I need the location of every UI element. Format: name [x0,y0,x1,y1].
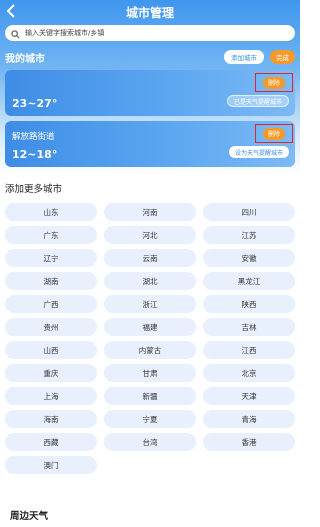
city-chip[interactable]: 山东 [5,203,97,221]
page-title: 城市管理 [125,5,174,20]
delete-button[interactable]: 删除 [263,127,285,140]
city-chip[interactable]: 云南 [104,249,196,267]
delete-highlight: 删除 [255,124,293,143]
city-chip[interactable]: 新疆 [104,387,196,405]
city-name: 解放路街道 [12,132,55,142]
city-chip[interactable]: 广西 [5,295,97,313]
weather-reminder-badge: 已是天气提醒城市 [226,95,289,107]
city-chip[interactable]: 河北 [104,226,196,244]
search-bar[interactable] [5,25,295,41]
city-chip[interactable]: 黑龙江 [203,272,295,290]
city-chip[interactable]: 香港 [203,433,295,451]
city-chip[interactable]: 山西 [5,341,97,359]
search-icon [11,24,20,43]
city-chip[interactable]: 重庆 [5,364,97,382]
city-chip[interactable]: 内蒙古 [104,341,196,359]
city-grid: 山东 河南 四川 广东 河北 江苏 辽宁 云南 安徽 湖南 湖北 黑龙江 广西 … [5,203,295,474]
delete-highlight: 删除 [255,73,293,92]
city-chip[interactable]: 西藏 [5,433,97,451]
my-cities-title: 我的城市 [5,54,45,65]
city-chip[interactable]: 湖南 [5,272,97,290]
done-button[interactable]: 完成 [270,50,295,64]
city-card[interactable]: 23~27° 删除 已是天气提醒城市 [5,70,295,116]
city-chip[interactable]: 青海 [203,410,295,428]
city-chip[interactable]: 河南 [104,203,196,221]
search-input[interactable] [25,29,265,37]
city-chip[interactable]: 广东 [5,226,97,244]
city-chip[interactable]: 江苏 [203,226,295,244]
add-more-cities-title: 添加更多城市 [5,184,63,195]
city-chip[interactable]: 天津 [203,387,295,405]
title-bar: 城市管理 [0,0,300,24]
city-chip[interactable]: 安徽 [203,249,295,267]
back-arrow-icon[interactable] [6,3,22,21]
set-reminder-button[interactable]: 设为天气提醒城市 [228,146,289,158]
city-chip[interactable]: 福建 [104,318,196,336]
city-temperature: 12~18° [12,148,58,161]
city-chip[interactable]: 湖北 [104,272,196,290]
city-chip[interactable]: 甘肃 [104,364,196,382]
city-temperature: 23~27° [12,97,58,110]
city-chip[interactable]: 贵州 [5,318,97,336]
city-chip[interactable]: 四川 [203,203,295,221]
city-chip[interactable]: 陕西 [203,295,295,313]
city-chip[interactable]: 澳门 [5,456,97,474]
city-chip[interactable]: 台湾 [104,433,196,451]
city-chip[interactable]: 江西 [203,341,295,359]
city-chip[interactable]: 吉林 [203,318,295,336]
city-chip[interactable]: 宁夏 [104,410,196,428]
city-chip[interactable]: 北京 [203,364,295,382]
add-city-button[interactable]: 添加城市 [224,50,264,64]
delete-button[interactable]: 删除 [263,76,285,89]
city-chip[interactable]: 海南 [5,410,97,428]
city-chip[interactable]: 上海 [5,387,97,405]
nearby-weather-title: 周边天气 [10,511,49,522]
city-chip[interactable]: 浙江 [104,295,196,313]
city-chip[interactable]: 辽宁 [5,249,97,267]
city-card[interactable]: 解放路街道 12~18° 删除 设为天气提醒城市 [5,121,295,167]
